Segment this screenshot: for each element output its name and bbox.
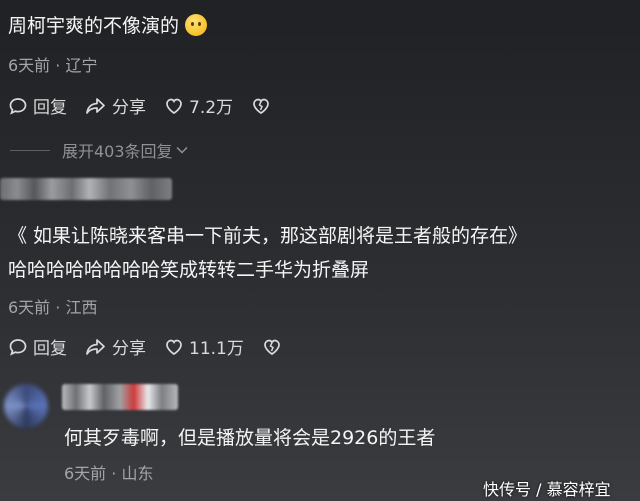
like-button[interactable]: 11.1万 xyxy=(164,334,244,359)
expand-replies-button[interactable]: 展开403条回复 xyxy=(10,138,189,162)
blurred-username xyxy=(0,178,172,200)
blurred-username xyxy=(62,384,178,410)
share-arrow-icon xyxy=(86,97,105,114)
share-button[interactable]: 分享 xyxy=(85,93,146,118)
comment-2-meta: 6天前 · 江西 xyxy=(8,298,98,317)
comment-1-meta: 6天前 · 辽宁 xyxy=(8,56,98,75)
heart-icon xyxy=(166,98,182,114)
comment-2-actions: 回复 分享 11.1万 xyxy=(8,334,305,359)
comment-2-text-line2: 哈哈哈哈哈哈哈哈笑成转转二手华为折叠屏 xyxy=(8,259,370,281)
comment-1-actions: 回复 分享 7.2万 xyxy=(8,93,294,118)
thinking-face-emoji-icon xyxy=(185,14,208,36)
reply-button[interactable]: 回复 xyxy=(8,334,67,359)
share-arrow-icon xyxy=(86,338,105,355)
broken-heart-icon xyxy=(253,98,269,114)
reply-button[interactable]: 回复 xyxy=(8,93,67,118)
divider-line xyxy=(10,149,50,151)
comment-1-text: 周柯宇爽的不像演的 xyxy=(8,14,208,38)
reply-bubble-icon xyxy=(9,97,27,115)
comment-3-meta: 6天前 · 山东 xyxy=(64,464,154,483)
comment-3-text: 何其歹毒啊，但是播放量将会是2926的王者 xyxy=(64,427,436,449)
heart-icon xyxy=(166,339,182,355)
avatar[interactable] xyxy=(4,384,48,428)
watermark: 快传号 / 慕容梓宜 xyxy=(483,480,611,499)
comment-2-text-line1: 《 如果让陈晓来客串一下前夫，那这部剧将是王者般的存在》 xyxy=(8,225,528,247)
reply-bubble-icon xyxy=(9,338,27,356)
dislike-button[interactable] xyxy=(262,337,287,357)
share-button[interactable]: 分享 xyxy=(85,334,146,359)
broken-heart-icon xyxy=(264,339,280,355)
chevron-down-icon xyxy=(176,146,188,154)
dislike-button[interactable] xyxy=(251,96,276,116)
expand-replies-label: 展开403条回复 xyxy=(62,142,173,161)
like-button[interactable]: 7.2万 xyxy=(164,93,233,118)
